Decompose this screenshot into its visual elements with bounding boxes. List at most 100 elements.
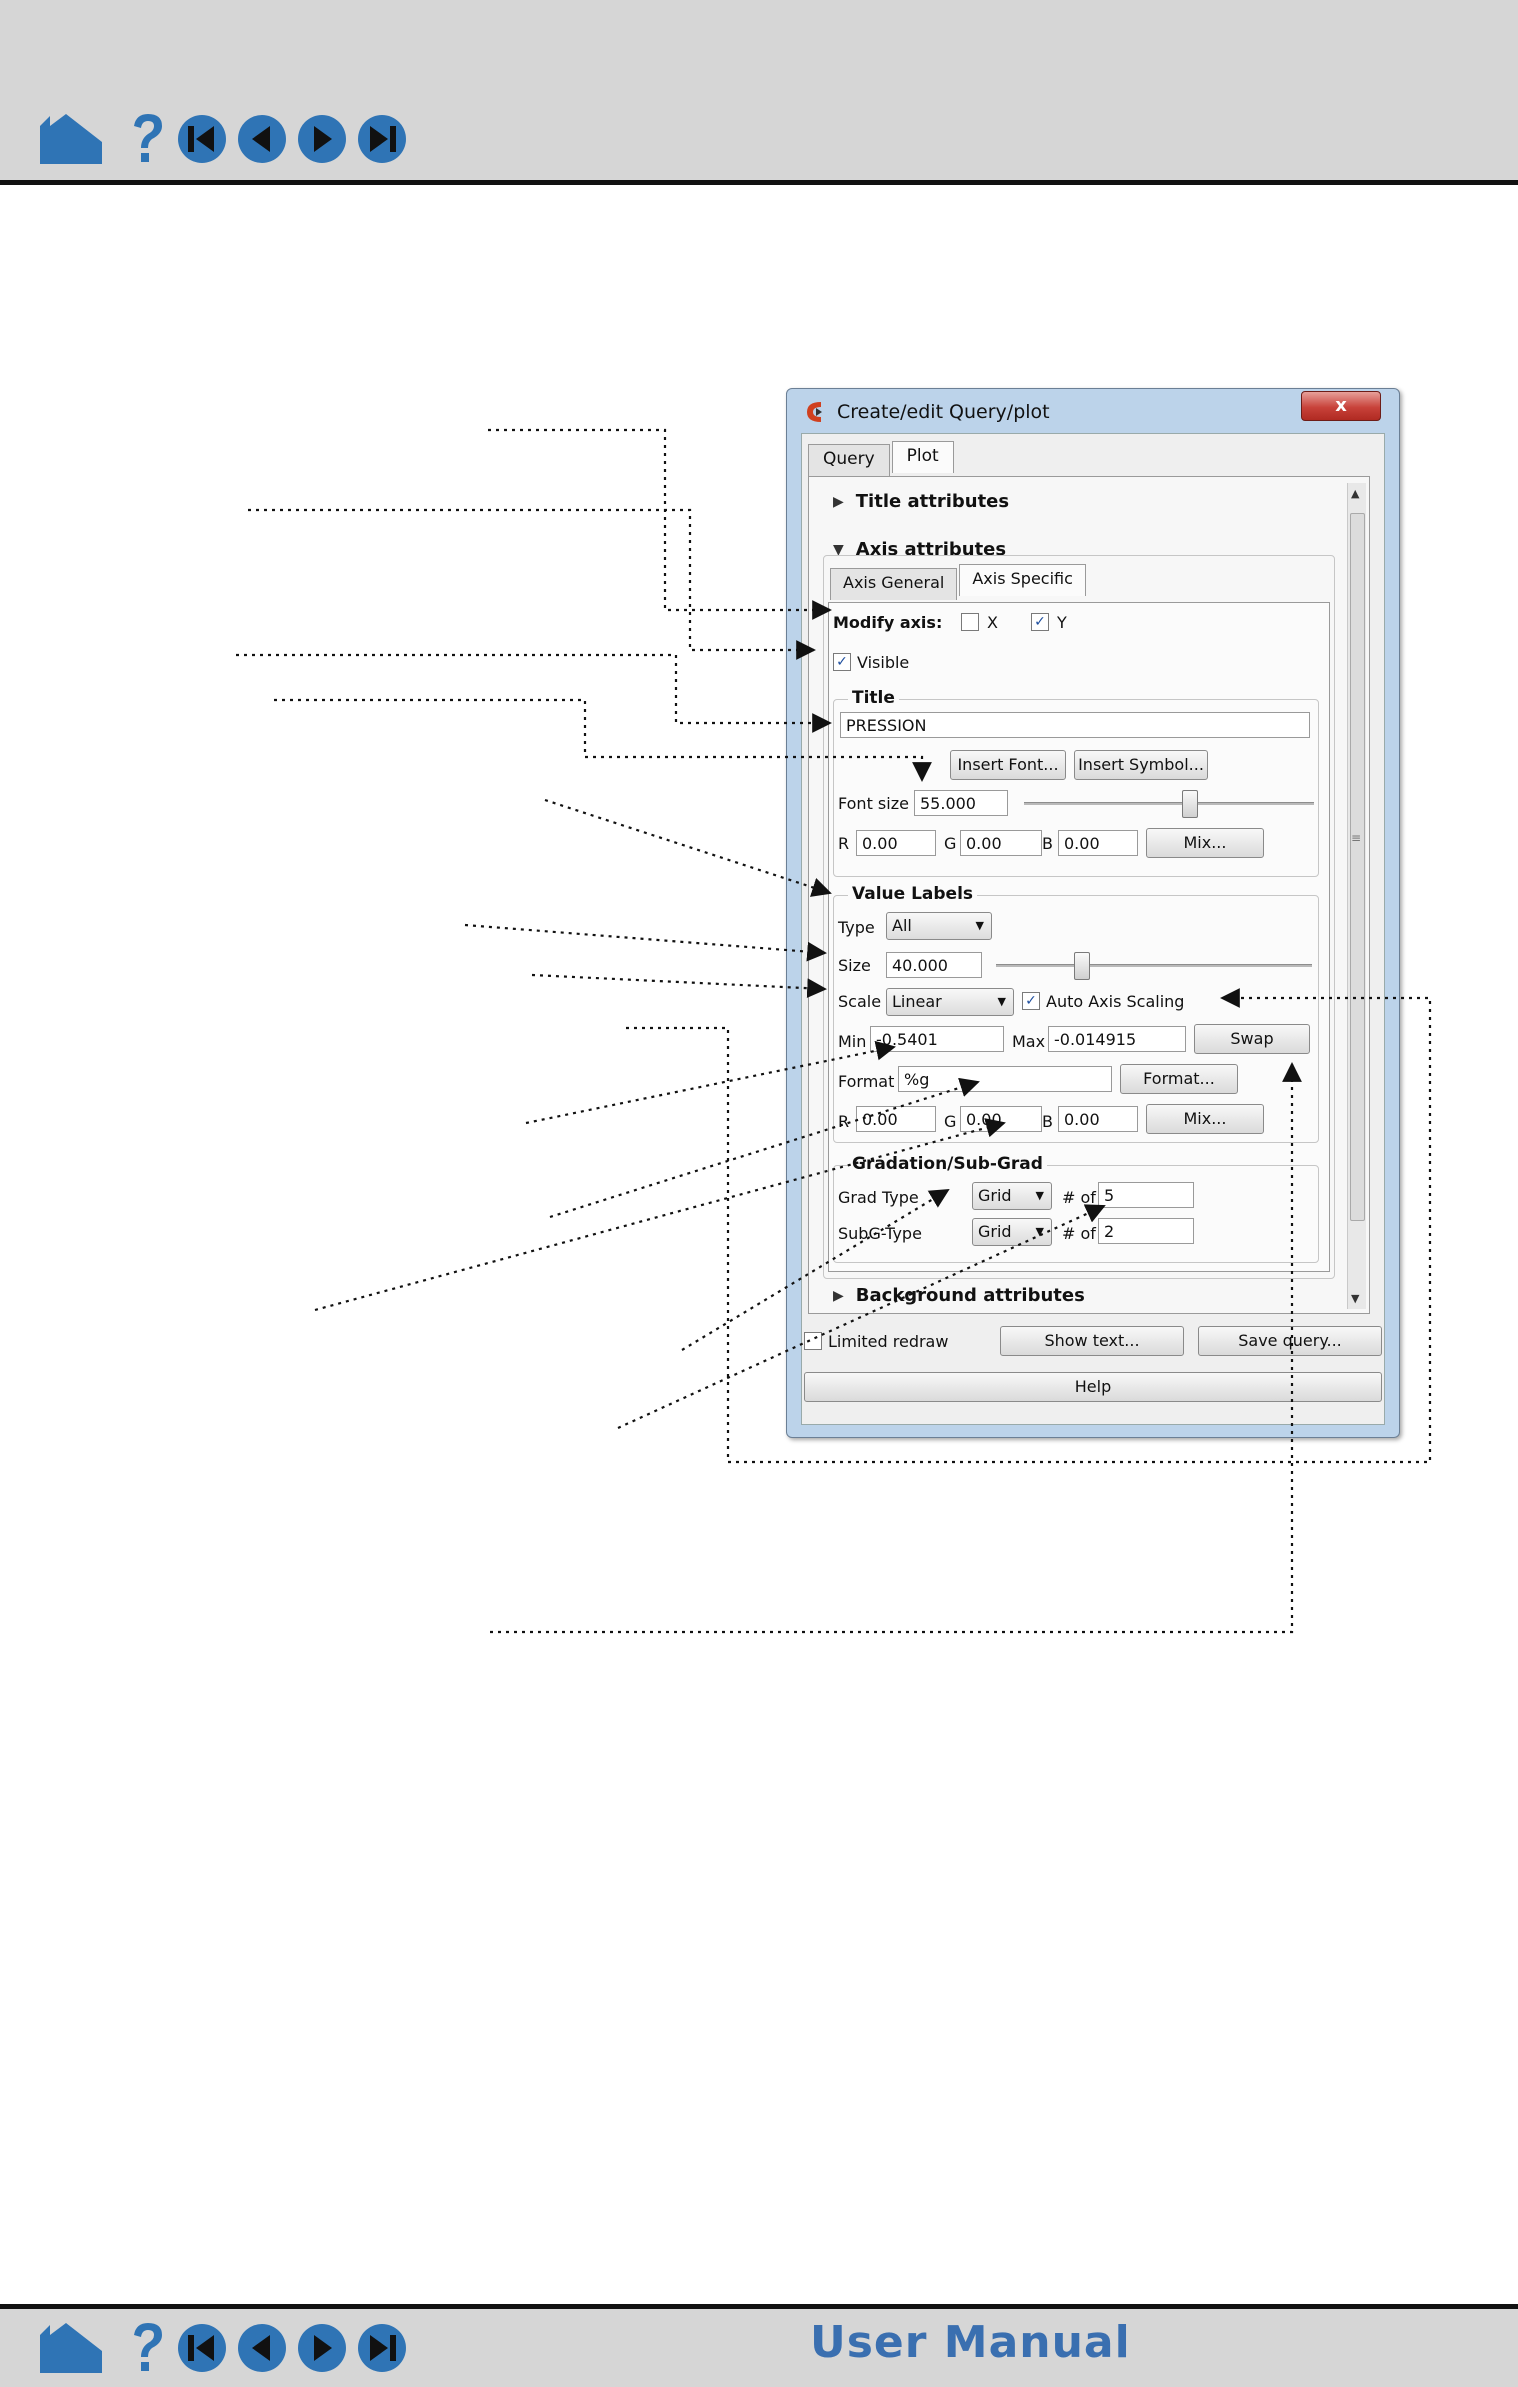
type-select[interactable]: All ▼ (886, 912, 992, 940)
format-input[interactable]: %g (898, 1066, 1112, 1092)
labels-g-input[interactable]: 0.00 (960, 1106, 1042, 1132)
insert-font-button[interactable]: Insert Font... (950, 750, 1066, 780)
modify-axis-y-checkbox[interactable]: ✓ (1031, 613, 1049, 631)
title-attributes-header[interactable]: ▶ Title attributes (833, 491, 1009, 512)
help-icon[interactable] (128, 112, 168, 166)
title-group: Title PRESSION Insert Font... Insert Sym… (833, 688, 1319, 877)
visible-label: Visible (857, 653, 910, 672)
size-input[interactable]: 40.000 (886, 952, 982, 978)
max-input[interactable]: -0.014915 (1048, 1026, 1186, 1052)
scroll-down-icon[interactable]: ▼ (1351, 1292, 1359, 1305)
axis-tabs: Axis General Axis Specific (830, 564, 1088, 600)
previous-page-icon[interactable] (236, 113, 288, 165)
scale-label: Scale (838, 992, 882, 1011)
labels-mix-button[interactable]: Mix... (1146, 1104, 1264, 1134)
grad-type-value: Grid (978, 1186, 1012, 1205)
type-value: All (892, 916, 912, 935)
tab-query[interactable]: Query (808, 444, 890, 476)
font-size-input[interactable]: 55.000 (914, 790, 1008, 816)
scale-select[interactable]: Linear ▼ (886, 988, 1014, 1016)
grad-count-label: # of (1062, 1188, 1096, 1207)
auto-axis-scaling-label: Auto Axis Scaling (1046, 992, 1185, 1011)
modify-axis-label: Modify axis: (833, 613, 943, 632)
show-text-button[interactable]: Show text... (1000, 1326, 1184, 1356)
vertical-scrollbar[interactable]: ▲ ≡ ▼ (1347, 483, 1366, 1309)
limited-redraw-label: Limited redraw (828, 1332, 949, 1351)
font-size-slider[interactable] (1024, 802, 1314, 805)
next-page-icon[interactable] (296, 113, 348, 165)
dropdown-arrow-icon: ▼ (1035, 1225, 1044, 1238)
value-labels-heading: Value Labels (848, 884, 978, 904)
collapsed-triangle-icon: ▶ (833, 493, 844, 510)
labels-b-input[interactable]: 0.00 (1058, 1106, 1138, 1132)
first-page-icon[interactable] (176, 113, 228, 165)
auto-axis-scaling-checkbox[interactable]: ✓ (1022, 992, 1040, 1010)
limited-redraw-checkbox[interactable] (804, 1332, 822, 1350)
title-mix-button[interactable]: Mix... (1146, 828, 1264, 858)
size-slider[interactable] (996, 964, 1312, 967)
axis-title-input[interactable]: PRESSION (840, 712, 1310, 738)
axis-specific-panel: Modify axis: X ✓ Y ✓ Visible Title PRESS… (828, 602, 1330, 1272)
top-nav-buttons (38, 112, 408, 166)
subg-count-input[interactable]: 2 (1098, 1218, 1194, 1244)
help-button[interactable]: Help (804, 1372, 1382, 1402)
swap-button[interactable]: Swap (1194, 1024, 1310, 1054)
type-label: Type (838, 918, 875, 937)
help-icon[interactable] (128, 2321, 168, 2375)
create-edit-query-plot-dialog: Create/edit Query/plot x Query Plot ▲ ≡ … (786, 388, 1400, 1438)
visible-checkbox[interactable]: ✓ (833, 653, 851, 671)
labels-r-label: R (838, 1112, 850, 1131)
title-attributes-label: Title attributes (855, 491, 1010, 512)
scrollbar-thumb[interactable] (1350, 513, 1365, 1221)
max-label: Max (1012, 1032, 1046, 1051)
labels-g-label: G (944, 1112, 957, 1131)
first-page-icon[interactable] (176, 2322, 228, 2374)
subg-type-select[interactable]: Grid ▼ (972, 1218, 1052, 1246)
save-query-button[interactable]: Save query... (1198, 1326, 1382, 1356)
labels-b-label: B (1042, 1112, 1053, 1131)
tab-axis-general[interactable]: Axis General (830, 568, 958, 600)
labels-r-input[interactable]: 0.00 (856, 1106, 936, 1132)
next-page-icon[interactable] (296, 2322, 348, 2374)
title-r-input[interactable]: 0.00 (856, 830, 936, 856)
size-label: Size (838, 956, 871, 975)
previous-page-icon[interactable] (236, 2322, 288, 2374)
bottom-nav-buttons (38, 2321, 408, 2375)
tab-plot[interactable]: Plot (891, 441, 954, 473)
font-size-slider-handle[interactable] (1182, 790, 1198, 818)
grad-type-label: Grad Type (838, 1188, 919, 1207)
format-button[interactable]: Format... (1120, 1064, 1238, 1094)
scroll-up-icon[interactable]: ▲ (1351, 487, 1359, 500)
min-input[interactable]: -0.5401 (870, 1026, 1004, 1052)
plot-tab-panel: ▲ ≡ ▼ ▶ Title attributes ▼ Axis attribut… (808, 476, 1370, 1314)
close-button[interactable]: x (1301, 391, 1381, 421)
app-logo-icon (807, 402, 822, 422)
title-b-input[interactable]: 0.00 (1058, 830, 1138, 856)
main-tabs: Query Plot (808, 441, 956, 476)
axis-attributes-box: Axis General Axis Specific Modify axis: … (823, 555, 1335, 1279)
title-g-input[interactable]: 0.00 (960, 830, 1042, 856)
last-page-icon[interactable] (356, 113, 408, 165)
modify-axis-y-label: Y (1057, 613, 1067, 632)
grad-type-select[interactable]: Grid ▼ (972, 1182, 1052, 1210)
background-attributes-header[interactable]: ▶ Background attributes (833, 1285, 1085, 1306)
last-page-icon[interactable] (356, 2322, 408, 2374)
font-size-label: Font size (838, 794, 909, 813)
size-slider-handle[interactable] (1074, 952, 1090, 980)
title-group-heading: Title (848, 688, 899, 708)
grad-count-input[interactable]: 5 (1098, 1182, 1194, 1208)
subg-count-label: # of (1062, 1224, 1096, 1243)
dropdown-arrow-icon: ▼ (997, 995, 1006, 1008)
gradation-heading: Gradation/Sub-Grad (848, 1154, 1047, 1174)
tab-axis-specific[interactable]: Axis Specific (959, 564, 1086, 596)
home-icon[interactable] (38, 112, 104, 166)
modify-axis-x-checkbox[interactable] (961, 613, 979, 631)
home-icon[interactable] (38, 2321, 104, 2375)
top-navigation-bar (0, 0, 1518, 185)
insert-symbol-button[interactable]: Insert Symbol... (1074, 750, 1208, 780)
gradation-group: Gradation/Sub-Grad Grad Type Grid ▼ # of… (833, 1154, 1319, 1263)
format-label: Format (838, 1072, 895, 1091)
user-manual-title: User Manual (810, 2317, 1131, 2368)
title-g-label: G (944, 834, 957, 853)
subg-type-value: Grid (978, 1222, 1012, 1241)
